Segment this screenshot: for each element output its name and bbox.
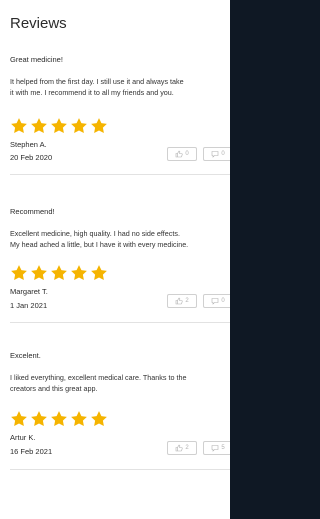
like-count: 0 — [185, 151, 189, 157]
star-icon — [70, 410, 88, 428]
comment-bubble-icon — [211, 444, 219, 452]
like-count: 2 — [185, 445, 189, 451]
review-author: Artur K. — [10, 433, 36, 442]
thumbs-up-icon — [175, 297, 183, 305]
review-body-line: it with me. I recommend it to all my fri… — [10, 88, 174, 97]
review-body-line: My head ached a little, but I have it wi… — [10, 240, 189, 249]
review-body: I liked everything, excellent medical ca… — [10, 372, 230, 394]
divider — [10, 322, 230, 323]
review-body: Excellent medicine, high quality. I had … — [10, 228, 230, 250]
review-date: 16 Feb 2021 — [10, 447, 53, 456]
star-icon — [30, 264, 48, 282]
star-icon — [30, 410, 48, 428]
review-body: It helped from the first day. I still us… — [10, 76, 230, 98]
review-body-line: Excellent medicine, high quality. I had … — [10, 229, 180, 238]
review-body-line: I liked everything, excellent medical ca… — [10, 373, 187, 382]
rating-stars — [10, 117, 108, 135]
star-icon — [90, 410, 108, 428]
rating-stars — [10, 264, 108, 282]
review-title: Recommend! — [10, 207, 55, 216]
star-icon — [50, 264, 68, 282]
star-icon — [30, 117, 48, 135]
star-icon — [50, 410, 68, 428]
comment-bubble-icon — [211, 150, 219, 158]
review-body-line: It helped from the first day. I still us… — [10, 77, 184, 86]
thumbs-up-icon — [175, 444, 183, 452]
like-button[interactable]: 2 — [167, 441, 197, 455]
star-icon — [70, 264, 88, 282]
review-author: Stephen A. — [10, 140, 47, 149]
like-button[interactable]: 2 — [167, 294, 197, 308]
star-icon — [90, 264, 108, 282]
review-date: 1 Jan 2021 — [10, 301, 48, 310]
divider — [10, 469, 230, 470]
divider — [10, 174, 230, 175]
thumbs-up-icon — [175, 150, 183, 158]
star-icon — [70, 117, 88, 135]
review-author: Margaret T. — [10, 287, 48, 296]
page-title: Reviews — [10, 15, 67, 32]
review-title: Great medicine! — [10, 55, 63, 64]
comment-bubble-icon — [211, 297, 219, 305]
review-title: Excelent. — [10, 351, 41, 360]
rating-stars — [10, 410, 108, 428]
comment-button[interactable]: 5 — [203, 441, 230, 455]
comment-count: 0 — [221, 151, 225, 157]
review-date: 20 Feb 2020 — [10, 153, 53, 162]
like-count: 2 — [185, 298, 189, 304]
star-icon — [10, 410, 28, 428]
comment-count: 5 — [221, 445, 225, 451]
star-icon — [10, 264, 28, 282]
star-icon — [90, 117, 108, 135]
like-button[interactable]: 0 — [167, 147, 197, 161]
star-icon — [50, 117, 68, 135]
reviews-screen: Reviews Great medicine! It helped from t… — [0, 0, 230, 519]
comment-button[interactable]: 0 — [203, 294, 230, 308]
star-icon — [10, 117, 28, 135]
comment-count: 0 — [221, 298, 225, 304]
review-body-line: creators and this great app. — [10, 384, 98, 393]
comment-button[interactable]: 0 — [203, 147, 230, 161]
